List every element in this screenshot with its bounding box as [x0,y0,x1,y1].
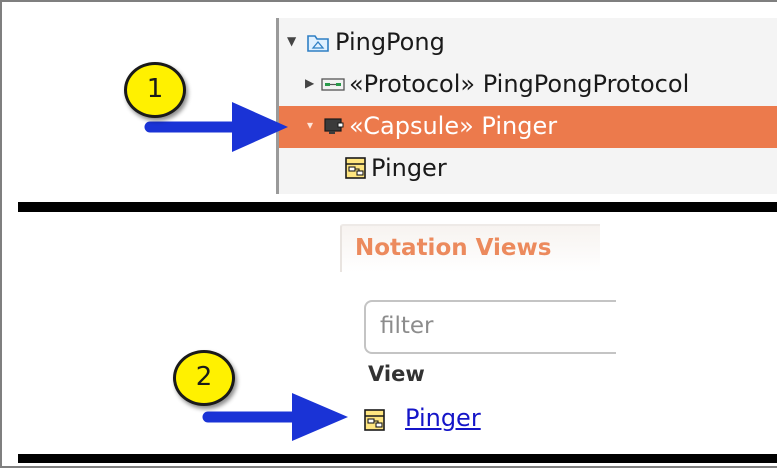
callout-2: 2 [173,350,235,406]
arrow-2 [202,393,348,441]
callout-number: 2 [195,362,213,392]
callout-number: 1 [146,74,164,104]
annotation-arrows [144,102,348,441]
callout-1: 1 [124,62,186,118]
